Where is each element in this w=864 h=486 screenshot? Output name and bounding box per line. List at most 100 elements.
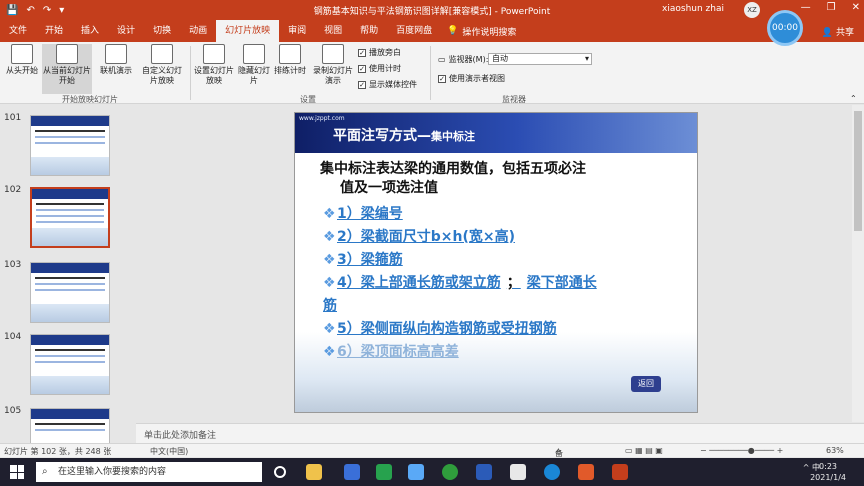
user-name[interactable]: xiaoshun zhai [662,4,724,14]
vertical-scrollbar[interactable] [852,105,864,422]
word-icon[interactable] [476,464,492,480]
rehearse-timings-button[interactable]: 排练计时 [272,44,308,76]
setup-slideshow-button[interactable]: 设置幻灯片放映 [194,44,234,86]
presenter-view-checkbox[interactable]: ✓ 使用演示者视图 [438,73,505,84]
use-timings-checkbox[interactable]: ✓ 使用计时 [358,63,401,74]
ribbon-divider [430,46,431,100]
rehearse-timings-label: 排练计时 [274,66,306,75]
bullet-item[interactable]: ❖3）梁箍筋 [323,249,693,272]
bullet-text: 2）梁截面尺寸b×h(宽×高) [337,229,515,245]
powerpoint-icon[interactable] [612,464,628,480]
checkbox-box: ✓ [438,74,446,83]
hide-slide-icon [243,44,265,64]
tab-insert[interactable]: 插入 [72,20,108,42]
avatar[interactable]: XZ [744,2,760,18]
slide-thumbnail[interactable] [30,408,110,445]
windows-taskbar: ⌕ 在这里输入你要搜索的内容 ^ 中 0:23 2021/1/4 [0,458,864,486]
app-icon[interactable] [408,464,424,480]
hide-slide-button[interactable]: 隐藏幻灯片 [238,44,270,86]
slide-thumbnail-selected[interactable] [30,187,110,248]
custom-slideshow-button[interactable]: 自定义幻灯片放映 [140,44,184,86]
present-online-label: 联机演示 [100,66,132,75]
tab-baidu-netdisk[interactable]: 百度网盘 [387,20,441,42]
tab-slideshow[interactable]: 幻灯片放映 [216,20,280,42]
tab-transitions[interactable]: 切换 [144,20,180,42]
tab-review[interactable]: 审阅 [279,20,315,42]
tab-animations[interactable]: 动画 [180,20,216,42]
browser-icon[interactable] [442,464,458,480]
scrollbar-thumb[interactable] [854,111,862,231]
checkbox-box: ✓ [358,80,366,89]
bullet-item[interactable]: ❖6）梁顶面标高高差 [323,341,693,364]
bullet-item[interactable]: ❖1）梁编号 [323,203,693,226]
back-button[interactable]: 返回 [631,376,661,392]
app-icon[interactable] [376,464,392,480]
zoom-level[interactable]: 63% [826,446,844,455]
slide-title-sub: 集中标注 [431,130,475,143]
language-indicator[interactable]: 中文(中国) [150,446,188,457]
bullet-item[interactable]: ❖5）梁侧面纵向构造钢筋或受扭钢筋 [323,318,693,341]
slide-thumbnail[interactable] [30,334,110,395]
bullet-separator: ； [506,275,521,291]
start-button[interactable] [10,465,24,479]
search-icon: ⌕ [42,466,48,477]
clock[interactable]: 0:23 2021/1/4 [810,461,846,483]
monitor-select[interactable]: 自动 ▾ [488,53,592,65]
window-controls: — ❐ ✕ [801,2,860,13]
tab-design[interactable]: 设计 [108,20,144,42]
bullet-item[interactable]: ❖2）梁截面尺寸b×h(宽×高) [323,226,693,249]
tab-file[interactable]: 文件 [0,20,36,42]
from-beginning-button[interactable]: 从头开始 [4,44,40,76]
redo-icon[interactable]: ↷ [43,5,51,16]
app-icon[interactable] [344,464,360,480]
bullet-text: 5）梁侧面纵向构造钢筋或受扭钢筋 [337,321,557,337]
task-view-icon[interactable] [274,466,286,478]
slide-headline: 集中标注表达梁的通用数值，包括五项必注 值及一项选注值 [320,160,680,198]
file-explorer-icon[interactable] [306,464,322,480]
customize-qa-icon[interactable]: ▾ [59,5,64,16]
recording-timer[interactable]: 00:00 [767,10,803,46]
slide-thumbnail[interactable] [30,262,110,323]
play-narrations-label: 播放旁白 [369,48,401,57]
tab-help[interactable]: 帮助 [351,20,387,42]
from-current-slide-button[interactable]: 从当前幻灯片开始 [42,44,92,94]
app-icon[interactable] [578,464,594,480]
close-button[interactable]: ✕ [852,2,860,13]
edge-icon[interactable] [544,464,560,480]
share-button[interactable]: 👤 共享 [822,25,854,38]
record-icon [322,44,344,64]
slide-thumbnail[interactable] [30,115,110,176]
setup-slideshow-label: 设置幻灯片放映 [194,66,234,85]
bullet-text: 4）梁上部通长筋或架立筋 [337,275,501,291]
taskbar-search[interactable]: ⌕ 在这里输入你要搜索的内容 [36,462,262,482]
tab-view[interactable]: 视图 [315,20,351,42]
record-slideshow-button[interactable]: 录制幻灯片演示 [310,44,356,86]
search-label: 操作说明搜索 [462,27,517,38]
view-buttons[interactable]: ▭ ▦ ▤ ▣ [625,446,663,455]
undo-icon[interactable]: ↶ [26,5,34,16]
zoom-slider[interactable]: − ────────●──── + [700,446,783,455]
notes-pane[interactable]: 单击此处添加备注 [136,423,864,443]
title-bar: 💾 ↶ ↷ ▾ 钢筋基本知识与平法钢筋识图详解[兼容模式] - PowerPoi… [0,0,864,20]
current-slide[interactable]: www.jzppt.com 平面注写方式—集中标注 集中标注表达梁的通用数值，包… [294,112,698,413]
play-narrations-checkbox[interactable]: ✓ 播放旁白 [358,47,401,58]
show-media-controls-checkbox[interactable]: ✓ 显示媒体控件 [358,79,417,90]
app-icon[interactable] [510,464,526,480]
present-online-button[interactable]: 联机演示 [96,44,136,76]
minimize-button[interactable]: — [801,2,811,13]
bullet-item[interactable]: ❖4）梁上部通长筋或架立筋 ； 梁下部通长筋 [323,272,693,318]
ribbon-tabs: 文件 开始 插入 设计 切换 动画 幻灯片放映 审阅 视图 帮助 百度网盘 💡 … [0,20,864,42]
collapse-ribbon-icon[interactable]: ⌃ [850,94,857,104]
tab-home[interactable]: 开始 [36,20,72,42]
bullet-text: 3）梁箍筋 [337,252,403,268]
slide-number: 102 [4,185,22,195]
bullet-text: 1）梁编号 [337,206,403,222]
slide-number: 103 [4,260,22,270]
restore-button[interactable]: ❐ [827,2,836,13]
monitor-select-value: 自动 [492,54,508,63]
save-icon[interactable]: 💾 [6,5,18,16]
slide-title-main: 平面注写方式— [333,128,431,144]
tell-me-search[interactable]: 💡 操作说明搜索 [447,25,516,38]
monitor-label: 监视器(M): [448,55,489,64]
taskbar-search-placeholder: 在这里输入你要搜索的内容 [58,467,167,477]
